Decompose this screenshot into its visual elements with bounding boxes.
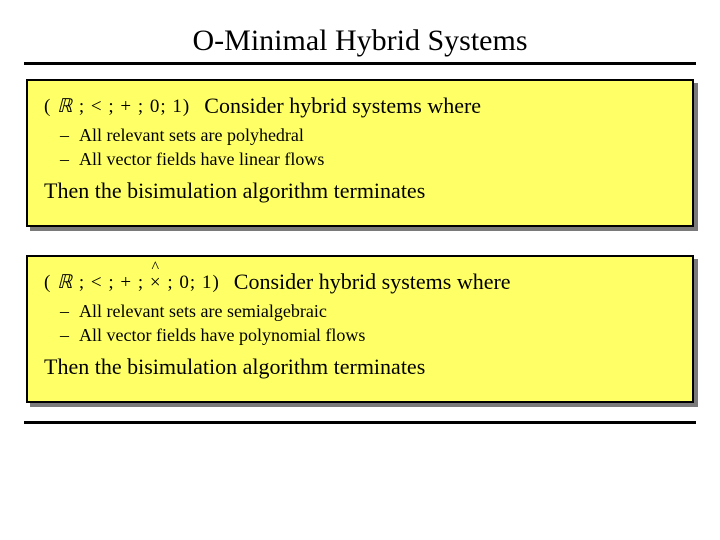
panel-bullets: – All relevant sets are semialgebraic – … bbox=[60, 299, 676, 348]
bullet-item: – All vector fields have polynomial flow… bbox=[60, 323, 676, 347]
bullet-item: – All vector fields have linear flows bbox=[60, 147, 676, 171]
panel-lead-row: ( ℝ ; < ; + ; 0; 1) Consider hybrid syst… bbox=[44, 93, 676, 119]
bullet-text: All vector fields have linear flows bbox=[79, 147, 324, 171]
dash-icon: – bbox=[60, 147, 69, 171]
panel-body: ( ℝ ; < ; + ; 0; 1) Consider hybrid syst… bbox=[26, 79, 694, 227]
theorem-panel-2: ( ℝ ; < ; + ; × ; 0; 1) Consider hybrid … bbox=[26, 255, 694, 403]
structure-formula: ( ℝ ; < ; + ; × ; 0; 1) bbox=[44, 271, 220, 294]
panel-lead-text: Consider hybrid systems where bbox=[204, 93, 481, 119]
bullet-item: – All relevant sets are semialgebraic bbox=[60, 299, 676, 323]
panel-lead-text: Consider hybrid systems where bbox=[234, 269, 511, 295]
slide-title: O-Minimal Hybrid Systems bbox=[20, 24, 700, 58]
panel-body: ( ℝ ; < ; + ; × ; 0; 1) Consider hybrid … bbox=[26, 255, 694, 403]
bottom-divider bbox=[24, 421, 696, 424]
theorem-panel-1: ( ℝ ; < ; + ; 0; 1) Consider hybrid syst… bbox=[26, 79, 694, 227]
panel-lead-row: ( ℝ ; < ; + ; × ; 0; 1) Consider hybrid … bbox=[44, 269, 676, 295]
panel-conclusion: Then the bisimulation algorithm terminat… bbox=[44, 354, 676, 380]
structure-formula: ( ℝ ; < ; + ; 0; 1) bbox=[44, 95, 190, 118]
panel-conclusion: Then the bisimulation algorithm terminat… bbox=[44, 178, 676, 204]
bullet-text: All relevant sets are polyhedral bbox=[79, 123, 304, 147]
dash-icon: – bbox=[60, 299, 69, 323]
dash-icon: – bbox=[60, 323, 69, 347]
slide: O-Minimal Hybrid Systems ( ℝ ; < ; + ; 0… bbox=[0, 0, 720, 540]
top-divider bbox=[24, 62, 696, 65]
panel-bullets: – All relevant sets are polyhedral – All… bbox=[60, 123, 676, 172]
bullet-item: – All relevant sets are polyhedral bbox=[60, 123, 676, 147]
bullet-text: All vector fields have polynomial flows bbox=[79, 323, 365, 347]
dash-icon: – bbox=[60, 123, 69, 147]
bullet-text: All relevant sets are semialgebraic bbox=[79, 299, 327, 323]
